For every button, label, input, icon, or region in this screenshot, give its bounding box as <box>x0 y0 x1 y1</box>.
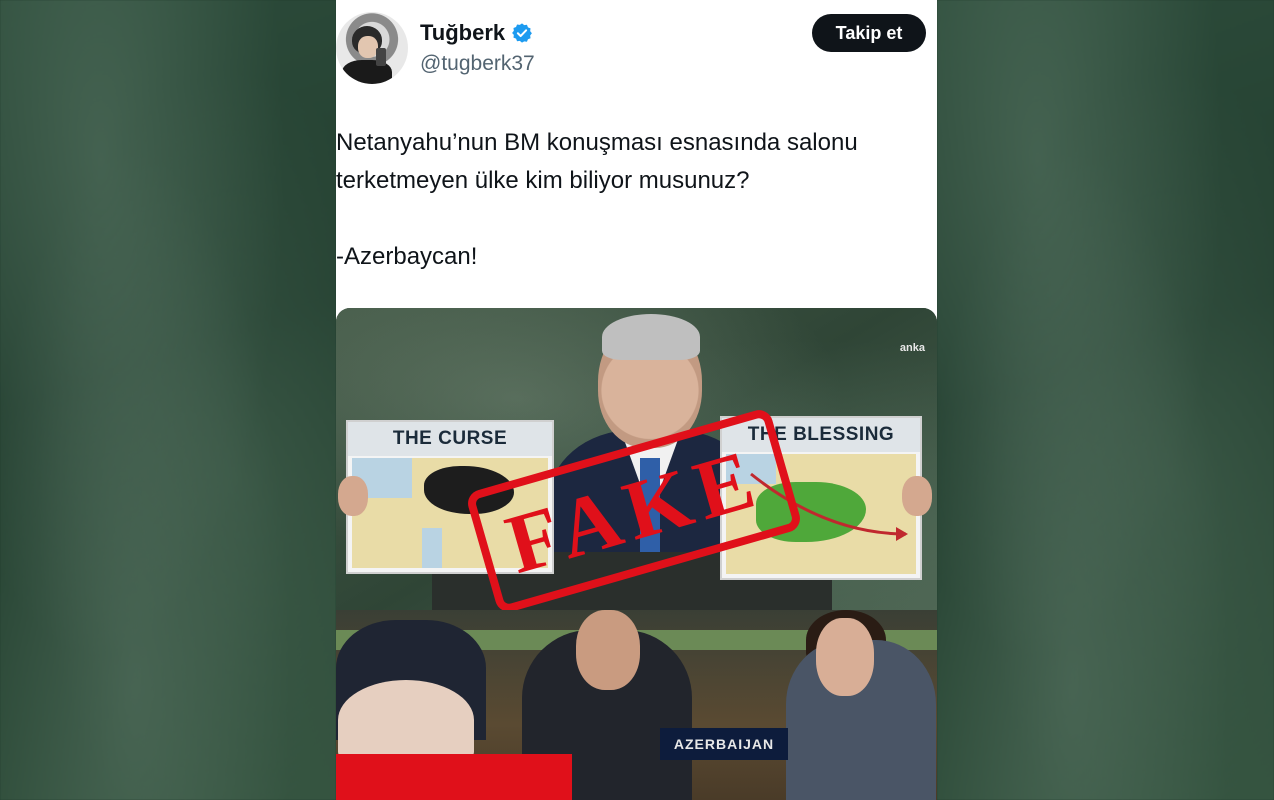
background-left <box>0 0 336 800</box>
tweet-text: Netanyahu’nun BM konuşması esnasında sal… <box>336 124 936 276</box>
country-nameplate: AZERBAIJAN <box>660 728 788 760</box>
background-right <box>937 0 1274 800</box>
author-name-row: Tuğberk <box>420 20 533 46</box>
author-name[interactable]: Tuğberk <box>420 20 505 46</box>
author-avatar[interactable] <box>336 12 408 84</box>
verified-badge-icon <box>512 23 533 43</box>
tweet-text-line: -Azerbaycan! <box>336 243 478 270</box>
follow-button[interactable]: Takip et <box>812 14 926 52</box>
speech-scene: anka THE CURSE THE BLESSING FAKE <box>336 308 937 616</box>
tweet-card: Tuğberk @tugberk37 Takip et Netanyahu’nu… <box>336 0 937 800</box>
tweet-text-line: terketmeyen ülke kim biliyor musunuz? <box>336 167 750 194</box>
red-overlay-bar <box>336 754 572 800</box>
watermark-text: anka <box>899 342 925 354</box>
tweet-media-image[interactable]: anka THE CURSE THE BLESSING FAKE AZERBAI… <box>336 308 937 800</box>
author-handle[interactable]: @tugberk37 <box>420 52 535 76</box>
audience-scene: AZERBAIJAN <box>336 610 937 800</box>
tweet-text-line: Netanyahu’nun BM konuşması esnasında sal… <box>336 129 858 156</box>
sign-title: THE CURSE <box>348 422 552 456</box>
